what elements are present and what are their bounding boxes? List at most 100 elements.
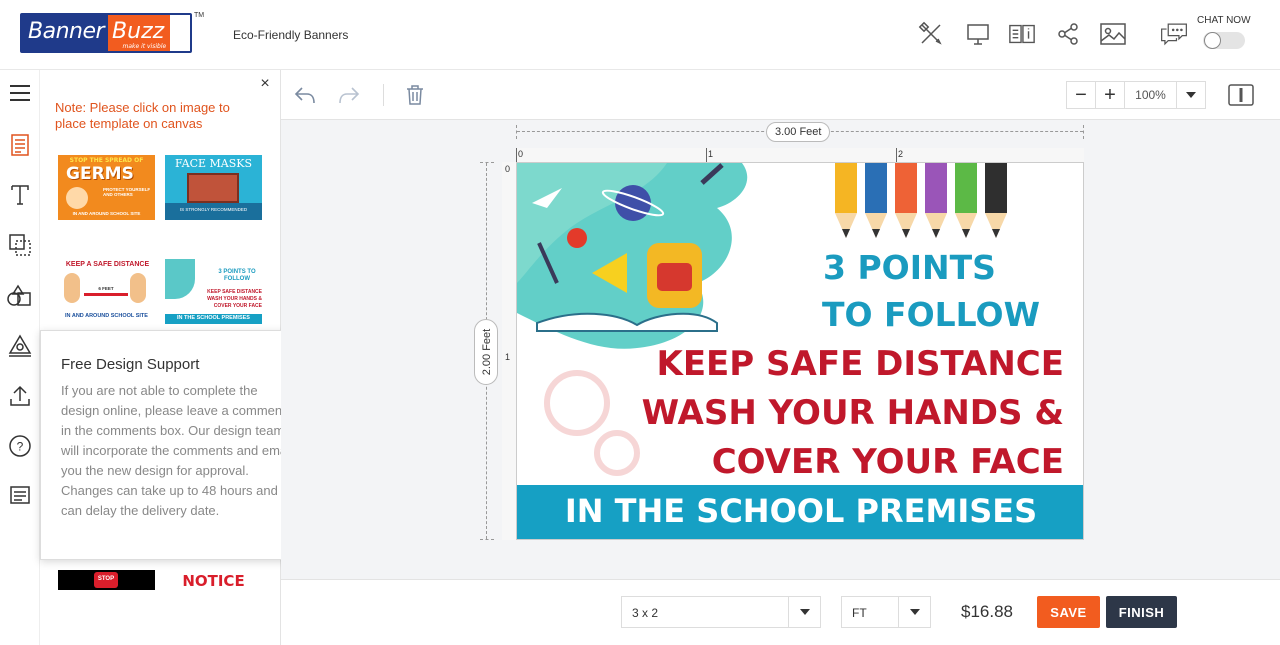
banner-line-3-points: 3 POINTS — [823, 248, 996, 287]
specs-icon[interactable] — [1008, 20, 1036, 48]
canvas-toolbar: − + 100% — [281, 70, 1280, 120]
template-thumb-safe-distance[interactable]: KEEP A SAFE DISTANCE 6 FEET IN AND AROUN… — [58, 259, 155, 324]
app-header: Banner Buzz make it visible TM Eco-Friend… — [0, 0, 1280, 70]
save-button[interactable]: SAVE — [1037, 596, 1100, 628]
thumb-stop-title: STOP — [97, 576, 115, 582]
virus-watermark — [544, 370, 640, 476]
preview-icon[interactable] — [964, 20, 992, 48]
design-canvas-banner[interactable]: 3 POINTS TO FOLLOW KEEP SAFE DISTANCE WA… — [516, 162, 1084, 540]
thumb-masks-building — [187, 173, 239, 203]
zoom-dropdown[interactable] — [1177, 82, 1205, 108]
popup-title: Free Design Support — [61, 356, 200, 373]
thumb-masks-title: FACE MASKS — [174, 157, 253, 170]
logo-tagline: make it visible — [122, 43, 167, 50]
logo-buzz-text: Buzz — [112, 19, 165, 44]
templates-icon[interactable] — [6, 131, 34, 159]
logo-banner-text: Banner — [22, 15, 109, 51]
image-icon[interactable] — [1099, 20, 1127, 48]
size-select-value: 3 x 2 — [632, 606, 659, 620]
chat-icon[interactable] — [1160, 20, 1188, 48]
thumb-distance-kid-right — [130, 273, 146, 303]
popup-body: If you are not able to complete the desi… — [61, 383, 293, 518]
toolbar-divider — [383, 84, 384, 106]
text-icon[interactable] — [6, 181, 34, 209]
panel-toggle-icon[interactable] — [1228, 82, 1254, 108]
thumb-distance-title: KEEP A SAFE DISTANCE — [65, 261, 150, 268]
share-icon[interactable] — [1054, 20, 1082, 48]
left-toolbar: ? — [0, 70, 40, 645]
help-icon[interactable]: ? — [6, 432, 34, 460]
menu-icon[interactable] — [6, 79, 34, 107]
unit-select-value: FT — [852, 606, 867, 620]
ruler-v-1: 1 — [505, 352, 511, 362]
width-label: 3.00 Feet — [766, 122, 831, 142]
svg-text:?: ? — [17, 440, 24, 454]
vertical-ruler: 0 1 — [502, 162, 516, 540]
comments-icon[interactable] — [6, 481, 34, 509]
zoom-control: − + 100% — [1066, 81, 1206, 109]
thumb-notice-title: NOTICE — [182, 572, 245, 590]
finish-button[interactable]: FINISH — [1106, 596, 1177, 628]
chat-now-label: CHAT NOW — [1197, 15, 1251, 26]
thumb-distance-sub: 6 FEET — [98, 286, 114, 291]
template-panel-close[interactable]: × — [258, 76, 272, 92]
thumb-points-footer: IN THE SCHOOL PREMISES — [177, 315, 250, 321]
banner-line-keep-safe-distance: KEEP SAFE DISTANCE — [656, 344, 1064, 384]
chevron-down-icon — [799, 609, 810, 615]
pencils-graphic — [835, 163, 1007, 238]
template-thumb-notice[interactable]: NOTICE — [165, 570, 262, 592]
template-thumb-stop[interactable]: STOP — [58, 570, 155, 590]
logo-buzz-part: Buzz make it visible — [108, 15, 171, 51]
redo-icon[interactable] — [336, 82, 362, 108]
banner-footer-text: IN THE SCHOOL PREMISES — [564, 492, 1038, 530]
thumb-masks-footer: IS STRONGLY RECOMMENDED — [179, 207, 248, 212]
thumb-points-title: 3 POINTS TO FOLLOW — [218, 269, 256, 282]
thumb-germs-sub: PROTECT YOURSELF AND OTHERS — [103, 187, 151, 197]
ruler-h-2: 2 — [898, 149, 904, 159]
unit-select-chevron[interactable] — [898, 597, 930, 627]
thumb-germs-figure — [66, 187, 88, 209]
product-name: Eco-Friendly Banners — [233, 28, 349, 42]
thumb-distance-footer: IN AND AROUND SCHOOL SITE — [65, 313, 148, 319]
template-note: Note: Please click on image to place tem… — [55, 100, 230, 131]
shapes-icon[interactable] — [6, 282, 34, 310]
upload-icon[interactable] — [6, 382, 34, 410]
ruler-h-1: 1 — [708, 149, 714, 159]
unit-select[interactable]: FT — [841, 596, 931, 628]
zoom-out-button[interactable]: − — [1067, 82, 1096, 108]
horizontal-ruler: 0 1 2 — [516, 148, 1084, 162]
thumb-distance-kid-left — [64, 273, 80, 303]
banner-line-wash-hands: WASH YOUR HANDS & — [641, 393, 1064, 433]
size-select[interactable]: 3 x 2 — [621, 596, 821, 628]
price-value: $16.88 — [961, 602, 1013, 621]
chat-toggle[interactable] — [1203, 32, 1245, 49]
zoom-in-button[interactable]: + — [1096, 82, 1125, 108]
chevron-down-icon — [1186, 92, 1196, 98]
thumb-distance-arrow — [84, 293, 128, 296]
tools-icon[interactable] — [917, 20, 945, 48]
template-thumb-germs[interactable]: STOP THE SPREAD OF GERMS PROTECT YOURSEL… — [58, 155, 155, 220]
toggle-knob — [1204, 32, 1221, 49]
chevron-down-icon — [909, 609, 920, 615]
delete-icon[interactable] — [402, 82, 428, 108]
template-thumb-3-points[interactable]: 3 POINTS TO FOLLOW KEEP SAFE DISTANCE WA… — [165, 259, 262, 324]
height-label-box: 2.00 Feet — [474, 319, 498, 385]
bannerbuzz-logo[interactable]: Banner Buzz make it visible — [20, 13, 192, 53]
template-thumb-face-masks[interactable]: FACE MASKS IS STRONGLY RECOMMENDED — [165, 155, 262, 220]
ruler-h-0: 0 — [518, 149, 524, 159]
bottom-bar: 3 x 2 FT $16.88 SAVE FINISH — [281, 579, 1280, 645]
banner-line-cover-face: COVER YOUR FACE — [711, 442, 1064, 482]
logo-tm: TM — [194, 12, 205, 19]
layers-icon[interactable] — [6, 231, 34, 259]
clipart-icon[interactable] — [6, 332, 34, 360]
zoom-value[interactable]: 100% — [1125, 82, 1177, 108]
thumb-germs-title: STOP THE SPREAD OF — [69, 157, 144, 164]
height-label: 2.00 Feet — [481, 328, 493, 376]
thumb-points-sub: KEEP SAFE DISTANCE — [207, 289, 262, 295]
thumb-germs-big: GERMS — [66, 164, 134, 184]
design-support-popup: × Free Design Support If you are not abl… — [40, 330, 310, 560]
school-illustration — [517, 163, 748, 349]
banner-line-to-follow: TO FOLLOW — [822, 295, 1040, 334]
undo-icon[interactable] — [292, 82, 318, 108]
size-select-chevron[interactable] — [788, 597, 820, 627]
